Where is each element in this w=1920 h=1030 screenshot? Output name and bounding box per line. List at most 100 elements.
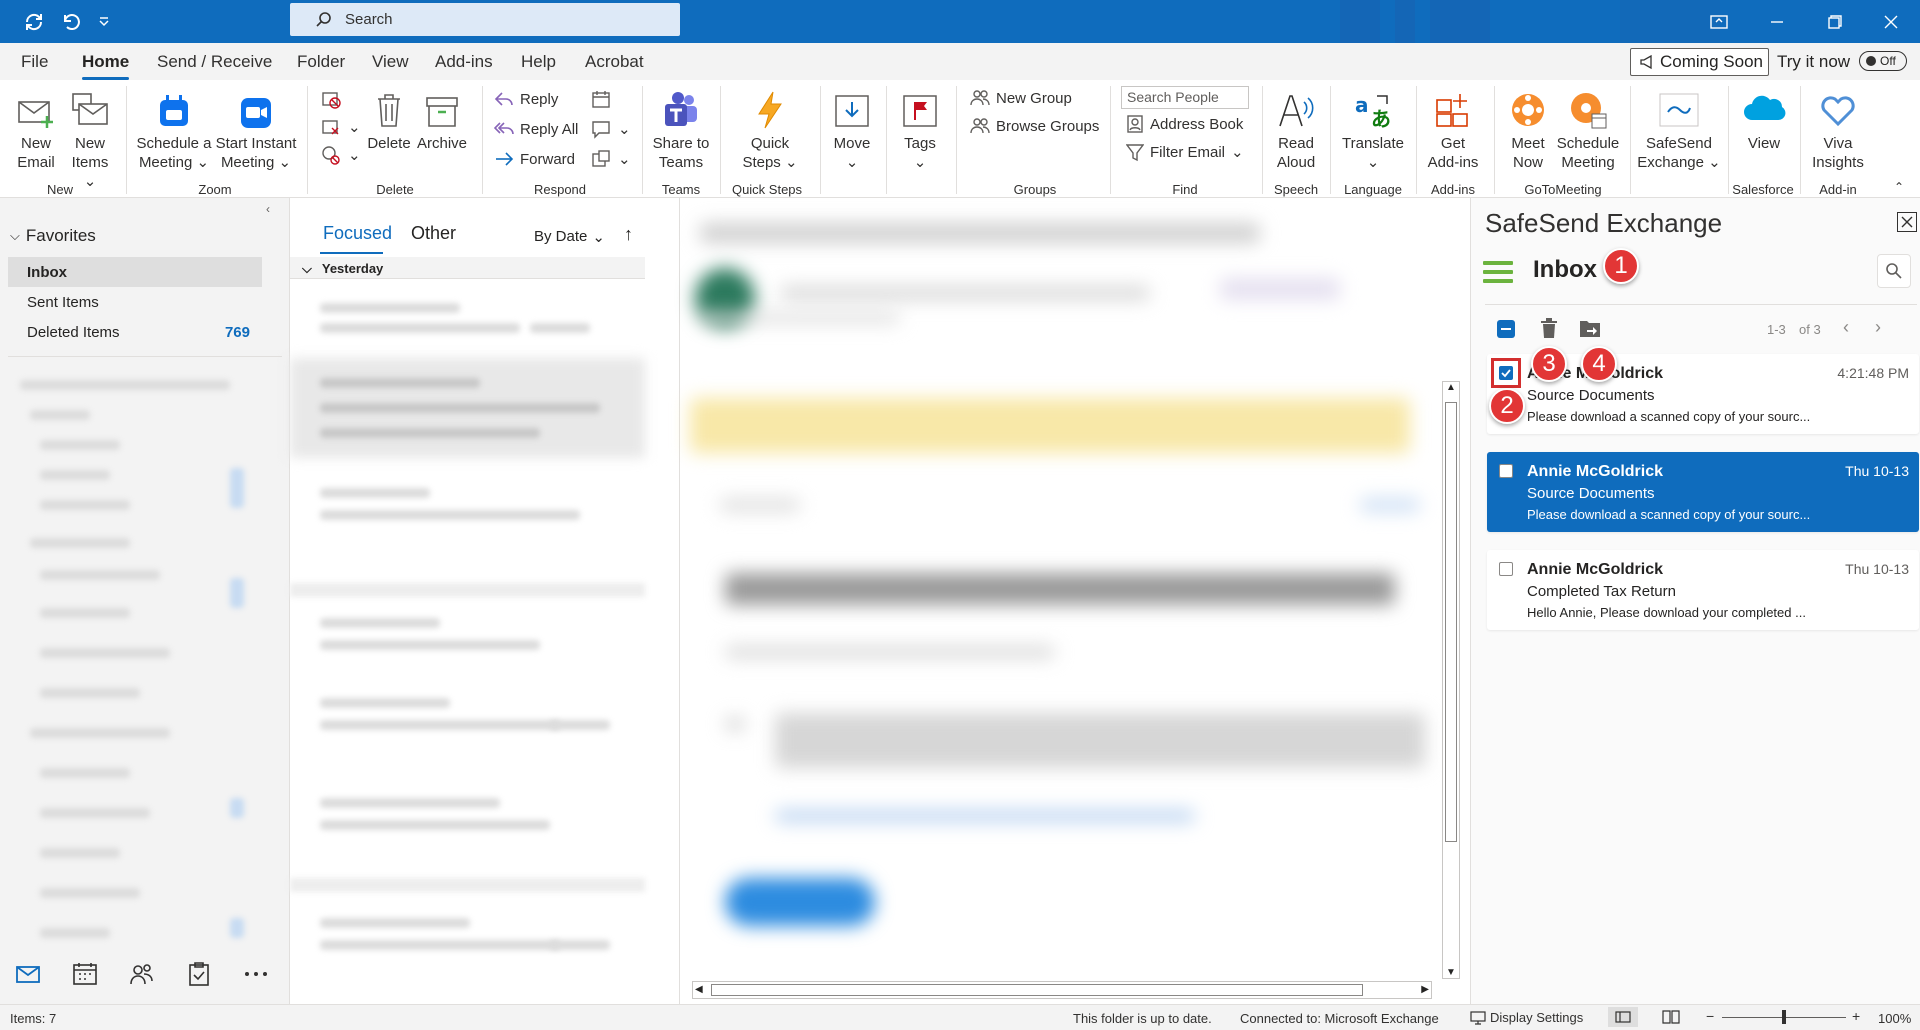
scroll-thumb[interactable] (1445, 402, 1457, 842)
search-people-input[interactable]: Search People (1121, 86, 1249, 109)
filter-email-button[interactable]: Filter Email ⌄ (1126, 142, 1244, 162)
new-outlook-toggle[interactable]: Off (1859, 51, 1907, 71)
more-apps-icon[interactable] (242, 960, 270, 988)
zoom-slider-thumb[interactable] (1782, 1010, 1786, 1024)
scroll-down-icon[interactable]: ▼ (1446, 967, 1456, 978)
reply-button[interactable]: Reply (494, 90, 558, 108)
get-add-ins-button[interactable]: Get Add-ins (1422, 90, 1484, 172)
zoom-slider[interactable] (1722, 1010, 1846, 1024)
folder-deleted-items[interactable]: Deleted Items 769 (8, 317, 262, 347)
select-all-checkbox[interactable] (1497, 320, 1515, 338)
search-box[interactable]: Search (290, 3, 680, 36)
undo-icon[interactable] (58, 10, 82, 34)
tasks-icon[interactable] (185, 960, 213, 988)
coming-soon-button[interactable]: Coming Soon (1630, 48, 1769, 76)
hamburger-menu-icon[interactable] (1483, 260, 1513, 284)
page-total: of 3 (1799, 322, 1821, 337)
sort-by-date-button[interactable]: By Date ⌄ (534, 228, 605, 246)
tab-help[interactable]: Help (521, 52, 556, 72)
salesforce-view-button[interactable]: View (1738, 90, 1790, 153)
prev-page-icon[interactable]: ‹ (1843, 317, 1849, 338)
next-page-icon[interactable]: › (1875, 317, 1881, 338)
delete-button[interactable]: Delete (366, 90, 412, 153)
forward-button[interactable]: Forward (494, 150, 575, 168)
meeting-reply-button[interactable] (590, 88, 612, 110)
new-email-button[interactable]: New Email (12, 90, 60, 172)
ribbon-display-icon[interactable] (1690, 0, 1748, 43)
tags-button[interactable]: Tags ⌄ (896, 90, 944, 172)
display-settings-button[interactable]: Display Settings (1470, 1010, 1583, 1025)
email-checkbox[interactable] (1499, 562, 1513, 576)
viva-insights-button[interactable]: Viva Insights (1806, 90, 1870, 172)
ignore-button[interactable] (320, 88, 342, 110)
zoom-in-icon[interactable]: + (1852, 1008, 1860, 1024)
junk-button[interactable]: ⌄ (320, 144, 361, 166)
safesend-email-item-selected[interactable]: Annie McGoldrick Source Documents Please… (1487, 452, 1919, 532)
new-items-button[interactable]: New Items ⌄ (66, 90, 114, 191)
delete-selected-button[interactable] (1539, 317, 1559, 339)
horizontal-scrollbar[interactable]: ◀ ▶ (692, 981, 1432, 999)
quick-steps-button[interactable]: Quick Steps ⌄ (734, 90, 806, 172)
reply-all-button[interactable]: Reply All (494, 120, 578, 138)
meet-now-button[interactable]: Meet Now (1502, 90, 1554, 172)
schedule-zoom-meeting-button[interactable]: Schedule a Meeting ⌄ (136, 90, 212, 172)
people-icon[interactable] (128, 960, 156, 988)
safesend-exchange-button[interactable]: SafeSend Exchange ⌄ (1636, 90, 1722, 172)
tab-other[interactable]: Other (411, 223, 456, 244)
calendar-icon[interactable] (71, 960, 99, 988)
blurred-button (725, 878, 875, 926)
favorites-header[interactable]: ⌵ Favorites (10, 226, 96, 246)
tab-folder[interactable]: Folder (297, 52, 345, 72)
new-group-button[interactable]: New Group (970, 88, 1072, 108)
safesend-search-button[interactable] (1877, 254, 1911, 288)
collapse-ribbon-icon[interactable]: ⌃ (1894, 180, 1904, 194)
get-add-ins-label-1: Get (1440, 135, 1466, 152)
viva-label-1: Viva (1823, 135, 1853, 152)
collapse-folder-pane-icon[interactable]: ‹ (266, 202, 270, 216)
scroll-up-icon[interactable]: ▲ (1446, 382, 1456, 393)
mail-icon[interactable] (14, 960, 42, 988)
highlight-box (1491, 358, 1521, 388)
tab-send-receive[interactable]: Send / Receive (157, 52, 272, 72)
blurred-folder (30, 728, 170, 738)
sort-direction-icon[interactable]: ↑ (624, 224, 633, 245)
normal-view-icon[interactable] (1608, 1007, 1638, 1027)
im-reply-button[interactable]: ⌄ (590, 118, 631, 140)
folder-sent-items[interactable]: Sent Items (8, 287, 262, 317)
customize-toolbar-icon[interactable] (92, 10, 116, 34)
read-aloud-button[interactable]: Read Aloud (1268, 90, 1324, 172)
start-instant-meeting-button[interactable]: Start Instant Meeting ⌄ (214, 90, 298, 172)
tab-focused[interactable]: Focused (323, 223, 392, 244)
restore-icon[interactable] (1806, 0, 1864, 43)
tab-file[interactable]: File (21, 52, 48, 72)
share-to-teams-button[interactable]: Share to Teams (650, 90, 712, 172)
safesend-email-item[interactable]: Annie McGoldrick Completed Tax Return He… (1487, 550, 1919, 630)
search-placeholder: Search (345, 11, 393, 28)
group-header-yesterday[interactable]: ⌵ Yesterday (290, 257, 645, 279)
folder-inbox[interactable]: Inbox (8, 257, 262, 287)
move-button[interactable]: Move ⌄ (828, 90, 876, 172)
translate-button[interactable]: aあ Translate ⌄ (1336, 90, 1410, 172)
archive-button[interactable]: Archive (414, 90, 470, 153)
h-scroll-thumb[interactable] (711, 984, 1363, 996)
browse-groups-button[interactable]: Browse Groups (970, 116, 1099, 136)
schedule-gotomeeting-button[interactable]: Schedule Meeting (1554, 90, 1622, 172)
sync-icon[interactable] (22, 10, 46, 34)
vertical-scrollbar[interactable]: ▲ ▼ (1442, 381, 1460, 979)
close-pane-icon[interactable] (1897, 212, 1917, 232)
close-icon[interactable] (1862, 0, 1920, 43)
more-respond-button[interactable]: ⌄ (590, 148, 631, 170)
tab-view[interactable]: View (372, 52, 409, 72)
email-checkbox[interactable] (1499, 464, 1513, 478)
zoom-out-icon[interactable]: − (1706, 1008, 1714, 1024)
address-book-button[interactable]: Address Book (1126, 114, 1243, 134)
minimize-icon[interactable] (1748, 0, 1806, 43)
tab-add-ins[interactable]: Add-ins (435, 52, 493, 72)
scroll-right-icon[interactable]: ▶ (1421, 984, 1429, 995)
scroll-left-icon[interactable]: ◀ (695, 984, 703, 995)
reading-view-icon[interactable] (1662, 1010, 1680, 1024)
tab-acrobat[interactable]: Acrobat (585, 52, 644, 72)
tab-home[interactable]: Home (82, 52, 130, 80)
clean-up-button[interactable]: ⌄ (320, 116, 361, 138)
move-selected-button[interactable] (1579, 318, 1601, 338)
